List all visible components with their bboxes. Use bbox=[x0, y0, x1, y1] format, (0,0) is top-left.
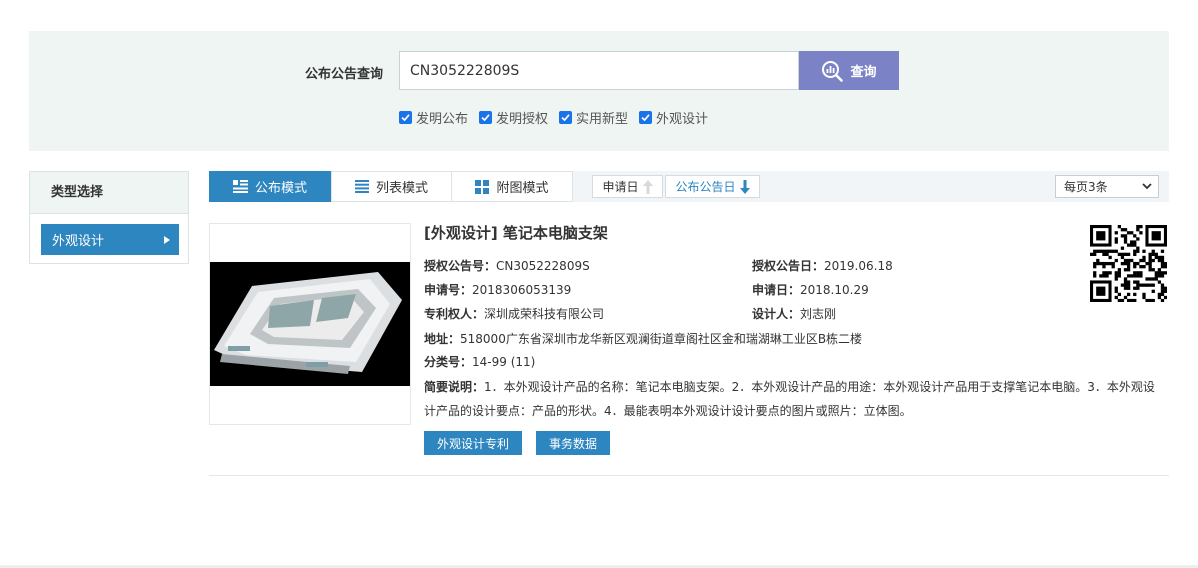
filter-design[interactable]: 外观设计 bbox=[639, 108, 708, 127]
tab-publication-mode[interactable]: 公布模式 bbox=[209, 171, 331, 202]
filter-invention-publication[interactable]: 发明公布 bbox=[399, 108, 468, 127]
type-sidebar: 类型选择 外观设计 bbox=[29, 171, 189, 264]
search-label: 公布公告查询 bbox=[305, 67, 384, 82]
field-label: 分类号： bbox=[424, 355, 473, 369]
grant-number-field: 授权公告号：CN305222809S bbox=[424, 257, 590, 274]
design-patent-button[interactable]: 外观设计专利 bbox=[424, 431, 522, 455]
field-value: 2018.10.29 bbox=[800, 283, 869, 297]
sort-label: 公布公告日 bbox=[675, 180, 736, 194]
filter-utility-model[interactable]: 实用新型 bbox=[559, 108, 628, 127]
application-number-field: 申请号：2018306053139 bbox=[424, 281, 571, 298]
field-label: 授权公告日： bbox=[752, 259, 825, 273]
per-page-value: 每页3条 bbox=[1064, 180, 1108, 194]
list-detail-icon bbox=[232, 180, 248, 193]
filter-label: 外观设计 bbox=[656, 112, 709, 127]
field-value: 深圳成荣科技有限公司 bbox=[484, 307, 605, 321]
sidebar-item-label: 外观设计 bbox=[52, 234, 105, 249]
search-input[interactable] bbox=[399, 51, 799, 90]
checkbox-checked-icon[interactable] bbox=[559, 111, 573, 124]
field-value: 1．本外观设计产品的名称：笔记本电脑支架。2．本外观设计产品的用途：本外观设计产… bbox=[424, 380, 1155, 418]
filter-label: 发明授权 bbox=[496, 112, 549, 127]
type-filters: 发明公布 发明授权 实用新型 外观设计 bbox=[399, 108, 708, 127]
tab-label: 附图模式 bbox=[496, 181, 549, 196]
filter-label: 发明公布 bbox=[416, 112, 469, 127]
sidebar-title: 类型选择 bbox=[30, 172, 188, 214]
per-page-select[interactable]: 每页3条 bbox=[1055, 175, 1159, 198]
search-button[interactable]: 查询 bbox=[799, 51, 899, 90]
search-button-label: 查询 bbox=[850, 65, 877, 80]
caret-right-icon bbox=[164, 235, 170, 244]
field-label: 申请日： bbox=[752, 283, 801, 297]
tab-label: 列表模式 bbox=[375, 181, 428, 196]
checkbox-checked-icon[interactable] bbox=[479, 111, 493, 124]
field-value: CN305222809S bbox=[496, 259, 590, 273]
field-value: 2019.06.18 bbox=[824, 259, 893, 273]
search-chart-icon bbox=[822, 60, 844, 82]
designer-field: 设计人：刘志刚 bbox=[752, 305, 836, 322]
transaction-data-button[interactable]: 事务数据 bbox=[536, 431, 610, 455]
field-value: 14-99 (11) bbox=[472, 355, 536, 369]
checkbox-checked-icon[interactable] bbox=[399, 111, 412, 124]
field-label: 授权公告号： bbox=[424, 259, 497, 273]
classification-field: 分类号：14-99 (11) bbox=[424, 353, 535, 370]
checkbox-checked-icon[interactable] bbox=[639, 111, 653, 124]
abstract-field: 简要说明：1．本外观设计产品的名称：笔记本电脑支架。2．本外观设计产品的用途：本… bbox=[424, 375, 1164, 423]
tab-list-mode[interactable]: 列表模式 bbox=[331, 171, 452, 202]
field-value: 518000广东省深圳市龙华新区观澜街道章阁社区金和瑞湖琳工业区B栋二楼 bbox=[460, 332, 863, 346]
grant-date-field: 授权公告日：2019.06.18 bbox=[752, 257, 893, 274]
field-label: 简要说明： bbox=[424, 380, 485, 394]
qr-code-icon bbox=[1090, 225, 1168, 303]
laptop-stand-image bbox=[210, 262, 410, 386]
field-label: 设计人： bbox=[752, 307, 801, 321]
field-label: 地址： bbox=[424, 332, 461, 346]
field-label: 专利权人： bbox=[424, 307, 485, 321]
tab-figure-mode[interactable]: 附图模式 bbox=[451, 171, 573, 202]
chevron-down-icon bbox=[1142, 183, 1152, 190]
patentee-field: 专利权人：深圳成荣科技有限公司 bbox=[424, 305, 604, 322]
tab-label: 公布模式 bbox=[254, 181, 307, 196]
result-title[interactable]: [外观设计] 笔记本电脑支架 bbox=[424, 222, 608, 243]
search-panel: 公布公告查询 查询 发明公布 发明授权 实用新型 外观设计 bbox=[29, 31, 1169, 151]
result-divider bbox=[209, 475, 1169, 476]
arrow-down-icon bbox=[739, 179, 750, 194]
address-field: 地址：518000广东省深圳市龙华新区观澜街道章阁社区金和瑞湖琳工业区B栋二楼 bbox=[424, 330, 862, 347]
filter-invention-grant[interactable]: 发明授权 bbox=[479, 108, 548, 127]
field-value: 2018306053139 bbox=[472, 283, 572, 297]
sort-label: 申请日 bbox=[602, 180, 639, 194]
arrow-up-icon bbox=[642, 179, 653, 194]
result-toolbar: 公布模式 列表模式 附图模式 申请日 公布公告日 每页3条 bbox=[209, 171, 1169, 202]
sidebar-item-design[interactable]: 外观设计 bbox=[41, 224, 179, 255]
list-icon bbox=[354, 180, 369, 193]
sort-by-publication-date[interactable]: 公布公告日 bbox=[665, 175, 760, 198]
sort-by-application-date[interactable]: 申请日 bbox=[592, 175, 663, 198]
grid-icon bbox=[475, 179, 490, 194]
field-value: 刘志刚 bbox=[800, 307, 837, 321]
field-label: 申请号： bbox=[424, 283, 473, 297]
result-thumbnail[interactable] bbox=[209, 223, 411, 425]
filter-label: 实用新型 bbox=[576, 112, 629, 127]
application-date-field: 申请日：2018.10.29 bbox=[752, 281, 869, 298]
